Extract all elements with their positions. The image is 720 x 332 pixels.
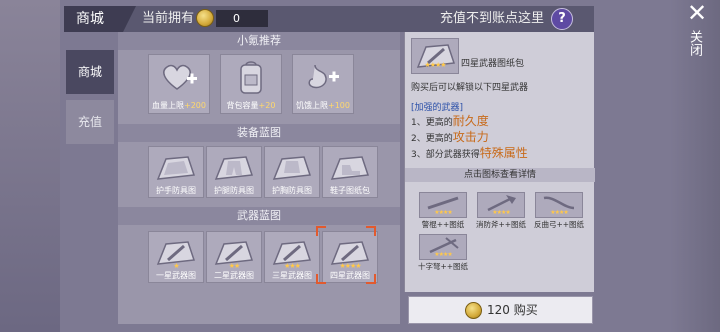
- unlock-crossbow-blueprint[interactable]: ★★★★ 十字弩++图纸: [415, 234, 471, 271]
- star-rating: ★★★: [284, 262, 301, 270]
- section-title-equipment: 装备蓝图: [118, 124, 400, 142]
- star-rating: ★: [173, 262, 179, 270]
- buy-button[interactable]: 120 购买: [408, 296, 593, 324]
- equipment-blueprint-gloves[interactable]: 护手防具图: [148, 146, 204, 198]
- click-icon-hint: 点击图标查看详情: [405, 168, 595, 182]
- blueprint-shoes-icon: [330, 156, 370, 180]
- star-rating: ★★★★: [339, 262, 361, 270]
- unlock-recurve-bow-blueprint[interactable]: ★★★★ 反曲弓++图纸: [531, 192, 587, 229]
- recommend-item-health[interactable]: 血量上限+200: [148, 54, 210, 114]
- owned-value: 0: [216, 10, 268, 27]
- close-icon[interactable]: ✕: [686, 1, 708, 25]
- shop-items-panel: 小氪推荐 血量上限+200 背包容量+20 饥饿上限+100 装备蓝图 护手防具…: [118, 32, 400, 324]
- recommend-item-backpack[interactable]: 背包容量+20: [220, 54, 282, 114]
- detail-item-name: 四星武器图纸包: [461, 59, 525, 69]
- item-label: 三星武器图: [272, 271, 312, 280]
- equipment-blueprint-chest[interactable]: 护胸防具图: [264, 146, 320, 198]
- blueprint-gloves-icon: [156, 156, 196, 180]
- weapon-blueprint-2star[interactable]: ★★ 二星武器图: [206, 231, 262, 283]
- item-label: 护手防具图: [156, 186, 196, 195]
- detail-description: 购买后可以解锁以下四星武器: [411, 83, 529, 93]
- unlock-label: 反曲弓++图纸: [533, 220, 585, 229]
- equipment-blueprint-leggings[interactable]: 护腿防具图: [206, 146, 262, 198]
- unlock-fire-axe-blueprint[interactable]: ★★★★ 消防斧++图纸: [473, 192, 529, 229]
- weapon-blueprint-1star[interactable]: ★ 一星武器图: [148, 231, 204, 283]
- recommend-item-hunger[interactable]: 饥饿上限+100: [292, 54, 354, 114]
- item-label: 二星武器图: [214, 271, 254, 280]
- weapon-blueprint-3star[interactable]: ★★★ 三星武器图: [264, 231, 320, 283]
- star-rating: ★★★★: [492, 209, 510, 216]
- section-title-weapons: 武器蓝图: [118, 207, 400, 225]
- owned-label: 当前拥有: [142, 11, 195, 26]
- star-rating: ★★★★: [550, 209, 568, 216]
- weapon-blueprint-4star[interactable]: ★★★★ 四星武器图: [322, 231, 378, 283]
- background-left: [0, 0, 60, 332]
- unlock-baton-blueprint[interactable]: ★★★★ 警棍++图纸: [415, 192, 471, 229]
- detail-feature-3: 3、部分武器获得特殊属性: [411, 146, 528, 160]
- item-label: 护腿防具图: [214, 186, 254, 195]
- star-rating: ★★★★: [434, 251, 452, 258]
- side-tab-recharge[interactable]: 充值: [66, 100, 114, 144]
- heart-plus-icon: [163, 64, 197, 90]
- stomach-plus-icon: [308, 64, 339, 89]
- star-rating: ★★: [228, 262, 241, 270]
- item-detail-panel: ★★★★ 四星武器图纸包 购买后可以解锁以下四星武器 [加强的武器] 1、更高的…: [404, 32, 595, 292]
- item-label: 护胸防具图: [272, 186, 312, 195]
- unlock-label: 警棍++图纸: [421, 220, 465, 229]
- item-label: 四星武器图: [330, 271, 370, 280]
- recharge-issue-link[interactable]: 充值不到账点这里: [440, 6, 544, 32]
- unlock-label: 消防斧++图纸: [475, 220, 527, 229]
- detail-feature-1: 1、更高的耐久度: [411, 114, 489, 128]
- star-rating: ★★★★: [424, 61, 446, 69]
- equipment-blueprint-shoes[interactable]: 鞋子图纸包: [322, 146, 378, 198]
- backpack-icon: [240, 61, 262, 94]
- help-button[interactable]: ?: [551, 8, 573, 30]
- detail-feature-2: 2、更高的攻击力: [411, 130, 489, 144]
- blueprint-chest-icon: [272, 156, 312, 180]
- buy-button-text: 120 购买: [487, 303, 538, 317]
- unlock-label: 十字弩++图纸: [417, 262, 469, 271]
- item-label: 血量上限+200: [152, 101, 206, 110]
- item-label: 一星武器图: [156, 271, 196, 280]
- detail-blueprint-icon: ★★★★: [411, 38, 459, 74]
- star-rating: ★★★★: [434, 209, 452, 216]
- item-label: 饥饿上限+100: [296, 101, 350, 110]
- item-label: 背包容量+20: [226, 101, 276, 110]
- item-label: 鞋子图纸包: [330, 186, 370, 195]
- close-label[interactable]: 关闭: [687, 30, 704, 56]
- section-title-recommend: 小氪推荐: [118, 32, 400, 50]
- coin-icon: [196, 9, 214, 27]
- coin-icon: [465, 302, 482, 319]
- blueprint-leggings-icon: [214, 156, 254, 180]
- side-tab-shop[interactable]: 商城: [66, 50, 114, 94]
